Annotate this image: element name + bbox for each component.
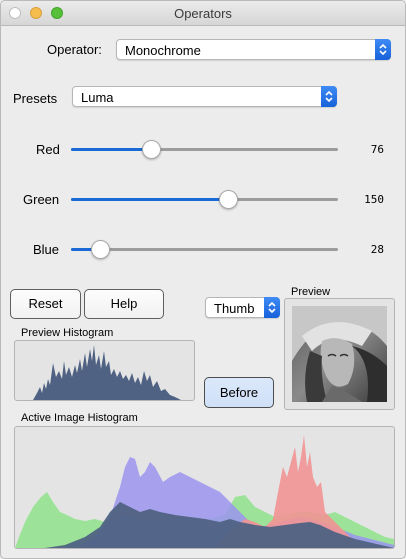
green-slider[interactable] — [71, 190, 338, 209]
green-slider-fill — [71, 198, 229, 201]
red-label: Red — [36, 142, 60, 157]
preview-histogram — [15, 345, 194, 400]
window-title: Operators — [174, 6, 232, 21]
thumb-select[interactable]: Thumb — [205, 297, 280, 318]
blue-slider[interactable] — [71, 240, 338, 259]
title-bar[interactable]: Operators — [1, 1, 405, 26]
presets-label: Presets — [13, 91, 58, 106]
red-slider-knob[interactable] — [141, 140, 161, 159]
operator-value: Monochrome — [125, 43, 201, 58]
preview-histogram-box — [14, 340, 195, 401]
red-slider-fill — [71, 148, 151, 151]
red-value: 76 — [370, 143, 384, 156]
blue-slider-knob[interactable] — [91, 240, 111, 259]
blue-value: 28 — [370, 243, 384, 256]
blue-label: Blue — [33, 242, 60, 257]
operators-window: Operators Operator: Monochrome Presets L… — [0, 0, 406, 559]
preview-histogram-label: Preview Histogram — [21, 327, 114, 339]
preview-image — [292, 306, 387, 402]
active-histogram-box — [14, 426, 395, 549]
before-button[interactable]: Before — [204, 377, 274, 408]
active-histogram-label: Active Image Histogram — [21, 412, 138, 424]
active-histogram — [15, 435, 394, 548]
preview-label: Preview — [291, 286, 331, 298]
green-value: 150 — [364, 193, 384, 206]
operator-select[interactable]: Monochrome — [116, 39, 391, 60]
operator-chevron-icon — [375, 39, 391, 60]
help-button[interactable]: Help — [84, 289, 164, 319]
green-slider-knob[interactable] — [219, 190, 239, 209]
presets-value: Luma — [81, 90, 114, 105]
presets-select[interactable]: Luma — [72, 86, 337, 107]
green-label: Green — [23, 192, 60, 207]
presets-chevron-icon — [321, 86, 337, 107]
red-slider[interactable] — [71, 140, 338, 159]
reset-button[interactable]: Reset — [10, 289, 81, 319]
operator-label: Operator: — [47, 42, 102, 57]
preview-box — [284, 298, 395, 410]
thumb-value: Thumb — [214, 301, 255, 316]
thumb-chevron-icon — [264, 297, 280, 318]
